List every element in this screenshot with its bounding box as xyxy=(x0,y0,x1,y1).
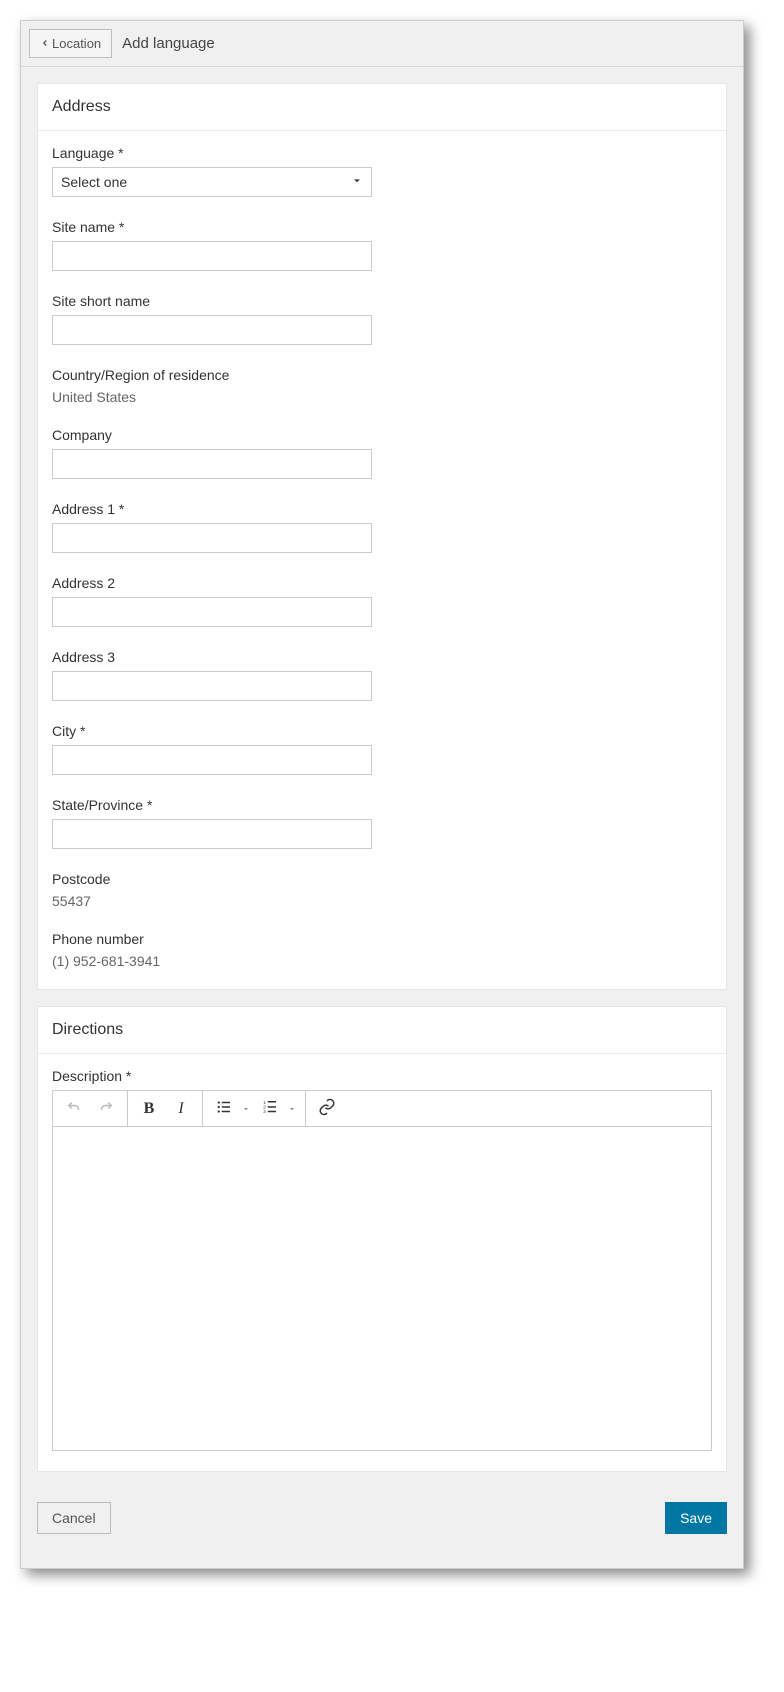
editor-toolbar: B I xyxy=(53,1091,711,1127)
postcode-label: Postcode xyxy=(52,871,712,887)
content: Address Language * Select one Site name … xyxy=(21,67,743,1568)
redo-button[interactable] xyxy=(91,1094,121,1124)
back-button[interactable]: Location xyxy=(29,29,112,58)
country-label: Country/Region of residence xyxy=(52,367,712,383)
site-name-label: Site name * xyxy=(52,219,712,235)
address-card: Address Language * Select one Site name … xyxy=(37,83,727,990)
description-field[interactable] xyxy=(53,1127,711,1447)
address2-field[interactable] xyxy=(52,597,372,627)
bullet-list-dropdown[interactable] xyxy=(239,1104,253,1114)
address1-label: Address 1 * xyxy=(52,501,712,517)
site-short-name-field[interactable] xyxy=(52,315,372,345)
italic-icon: I xyxy=(178,1100,183,1118)
language-select[interactable]: Select one xyxy=(52,167,372,197)
form-footer: Cancel Save xyxy=(37,1488,727,1552)
numbered-list-button[interactable]: 123 xyxy=(255,1094,285,1124)
italic-button[interactable]: I xyxy=(166,1094,196,1124)
back-button-label: Location xyxy=(52,36,101,51)
city-field[interactable] xyxy=(52,745,372,775)
company-label: Company xyxy=(52,427,712,443)
country-value: United States xyxy=(52,389,712,405)
cancel-button[interactable]: Cancel xyxy=(37,1502,111,1534)
bullet-list-icon xyxy=(215,1098,233,1119)
link-icon xyxy=(318,1098,336,1119)
numbered-list-icon: 123 xyxy=(261,1098,279,1119)
company-field[interactable] xyxy=(52,449,372,479)
bold-button[interactable]: B xyxy=(134,1094,164,1124)
chevron-left-icon xyxy=(40,36,50,51)
bold-icon: B xyxy=(144,1100,155,1118)
directions-card: Directions Description * xyxy=(37,1006,727,1472)
undo-icon xyxy=(65,1098,83,1119)
language-label: Language * xyxy=(52,145,712,161)
address2-label: Address 2 xyxy=(52,575,712,591)
undo-button[interactable] xyxy=(59,1094,89,1124)
description-label: Description * xyxy=(52,1068,712,1084)
address1-field[interactable] xyxy=(52,523,372,553)
bullet-list-button[interactable] xyxy=(209,1094,239,1124)
phone-value: (1) 952-681-3941 xyxy=(52,953,712,969)
redo-icon xyxy=(97,1098,115,1119)
numbered-list-dropdown[interactable] xyxy=(285,1104,299,1114)
topbar: Location Add language xyxy=(21,21,743,67)
site-name-field[interactable] xyxy=(52,241,372,271)
svg-text:3: 3 xyxy=(263,1109,266,1114)
page-wrapper: Location Add language Address Language *… xyxy=(20,20,744,1569)
address-section-title: Address xyxy=(38,84,726,131)
phone-label: Phone number xyxy=(52,931,712,947)
rich-text-editor: B I xyxy=(52,1090,712,1451)
state-label: State/Province * xyxy=(52,797,712,813)
address3-field[interactable] xyxy=(52,671,372,701)
site-short-name-label: Site short name xyxy=(52,293,712,309)
postcode-value: 55437 xyxy=(52,893,712,909)
save-button[interactable]: Save xyxy=(665,1502,727,1534)
address3-label: Address 3 xyxy=(52,649,712,665)
link-button[interactable] xyxy=(312,1094,342,1124)
city-label: City * xyxy=(52,723,712,739)
page-title: Add language xyxy=(122,35,215,52)
directions-section-title: Directions xyxy=(38,1007,726,1054)
state-field[interactable] xyxy=(52,819,372,849)
